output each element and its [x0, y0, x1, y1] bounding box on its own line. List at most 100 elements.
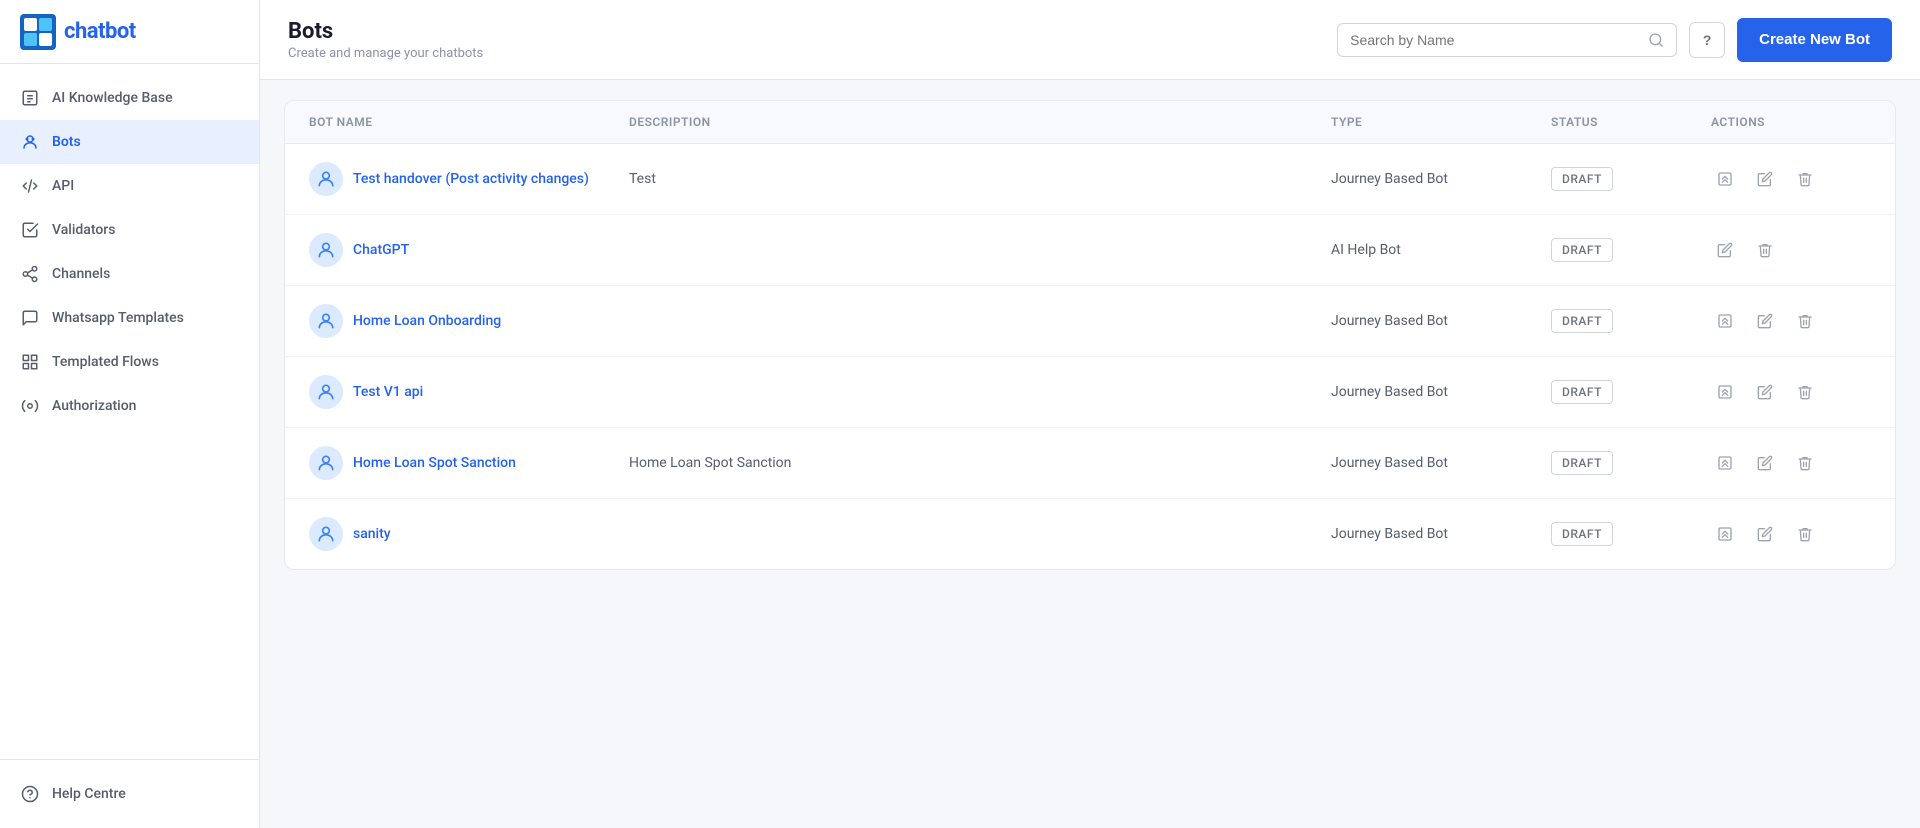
bot-name-link[interactable]: sanity: [353, 526, 391, 542]
sidebar-item-api[interactable]: API: [0, 164, 259, 208]
sidebar-item-label-api: API: [52, 177, 74, 195]
status-badge: DRAFT: [1551, 380, 1613, 404]
table-row: ChatGPT AI Help Bot DRAFT: [285, 215, 1895, 286]
whatsapp-icon: [20, 308, 40, 328]
sidebar-item-bots[interactable]: Bots: [0, 120, 259, 164]
bot-name-link[interactable]: Home Loan Onboarding: [353, 313, 501, 329]
bot-description: Test: [629, 171, 1331, 187]
delete-button[interactable]: [1791, 449, 1819, 477]
chatbot-logo-icon: [20, 14, 56, 50]
edit-button[interactable]: [1751, 378, 1779, 406]
bot-type: Journey Based Bot: [1331, 384, 1551, 400]
bot-actions: [1711, 307, 1871, 335]
page-title: Bots: [288, 19, 483, 44]
edit-button[interactable]: [1751, 165, 1779, 193]
help-button[interactable]: ?: [1689, 22, 1725, 58]
sidebar: chatbot AI Knowledge Base Bots API: [0, 0, 260, 828]
status-badge: DRAFT: [1551, 451, 1613, 475]
analytics-button[interactable]: [1711, 520, 1739, 548]
search-icon: [1648, 32, 1664, 48]
avatar: [309, 162, 343, 196]
bot-name-cell: Home Loan Spot Sanction: [309, 446, 629, 480]
sidebar-item-templated-flows[interactable]: Templated Flows: [0, 340, 259, 384]
document-icon: [20, 88, 40, 108]
avatar: [309, 233, 343, 267]
bot-status: DRAFT: [1551, 451, 1711, 475]
analytics-button[interactable]: [1711, 165, 1739, 193]
sidebar-item-ai-knowledge-base[interactable]: AI Knowledge Base: [0, 76, 259, 120]
sidebar-item-help-centre[interactable]: Help Centre: [0, 772, 259, 816]
bot-actions: [1711, 165, 1871, 193]
bot-status: DRAFT: [1551, 238, 1711, 262]
analytics-button[interactable]: [1711, 449, 1739, 477]
edit-button[interactable]: [1751, 449, 1779, 477]
create-new-bot-button[interactable]: Create New Bot: [1737, 18, 1892, 62]
col-header-description: Description: [629, 115, 1331, 129]
validators-icon: [20, 220, 40, 240]
bot-name-link[interactable]: Test V1 api: [353, 384, 423, 400]
sidebar-item-authorization[interactable]: Authorization: [0, 384, 259, 428]
sidebar-nav: AI Knowledge Base Bots API Validators: [0, 64, 259, 759]
bot-type: AI Help Bot: [1331, 242, 1551, 258]
bots-table: Bot Name Description Type Status Actions…: [284, 100, 1896, 570]
search-input[interactable]: [1350, 32, 1640, 48]
sidebar-item-label-validators: Validators: [52, 221, 115, 239]
sidebar-item-label-templated-flows: Templated Flows: [52, 353, 159, 371]
edit-button[interactable]: [1751, 307, 1779, 335]
channels-icon: [20, 264, 40, 284]
bot-actions: [1711, 378, 1871, 406]
table-row: sanity Journey Based Bot DRAFT: [285, 499, 1895, 569]
delete-button[interactable]: [1791, 307, 1819, 335]
analytics-button[interactable]: [1711, 378, 1739, 406]
auth-icon: [20, 396, 40, 416]
table-row: Test handover (Post activity changes) Te…: [285, 144, 1895, 215]
sidebar-item-channels[interactable]: Channels: [0, 252, 259, 296]
bot-type: Journey Based Bot: [1331, 313, 1551, 329]
col-header-status: Status: [1551, 115, 1711, 129]
page-header: Bots Create and manage your chatbots ? C…: [260, 0, 1920, 80]
bot-description: Home Loan Spot Sanction: [629, 455, 1331, 471]
delete-button[interactable]: [1791, 165, 1819, 193]
edit-button[interactable]: [1711, 236, 1739, 264]
avatar: [309, 375, 343, 409]
search-box[interactable]: [1337, 23, 1677, 57]
bot-actions: [1711, 236, 1871, 264]
table-header: Bot Name Description Type Status Actions: [285, 101, 1895, 144]
edit-button[interactable]: [1751, 520, 1779, 548]
header-left: Bots Create and manage your chatbots: [288, 19, 483, 61]
bot-status: DRAFT: [1551, 380, 1711, 404]
logo: chatbot: [0, 0, 259, 64]
bot-actions: [1711, 449, 1871, 477]
sidebar-item-whatsapp-templates[interactable]: Whatsapp Templates: [0, 296, 259, 340]
header-right: ? Create New Bot: [1337, 18, 1892, 62]
bot-icon: [20, 132, 40, 152]
bot-status: DRAFT: [1551, 309, 1711, 333]
table-row: Home Loan Onboarding Journey Based Bot D…: [285, 286, 1895, 357]
bot-name-cell: Home Loan Onboarding: [309, 304, 629, 338]
bot-name-cell: sanity: [309, 517, 629, 551]
bot-status: DRAFT: [1551, 167, 1711, 191]
delete-button[interactable]: [1791, 520, 1819, 548]
status-badge: DRAFT: [1551, 309, 1613, 333]
bot-name-link[interactable]: Home Loan Spot Sanction: [353, 455, 516, 471]
sidebar-item-validators[interactable]: Validators: [0, 208, 259, 252]
col-header-actions: Actions: [1711, 115, 1871, 129]
bot-name-link[interactable]: ChatGPT: [353, 242, 409, 258]
table-row: Home Loan Spot Sanction Home Loan Spot S…: [285, 428, 1895, 499]
flows-icon: [20, 352, 40, 372]
bot-type: Journey Based Bot: [1331, 171, 1551, 187]
main-content: Bots Create and manage your chatbots ? C…: [260, 0, 1920, 828]
sidebar-item-label-ai-knowledge-base: AI Knowledge Base: [52, 89, 173, 107]
sidebar-item-label-bots: Bots: [52, 133, 81, 151]
analytics-button[interactable]: [1711, 307, 1739, 335]
avatar: [309, 517, 343, 551]
bot-type: Journey Based Bot: [1331, 455, 1551, 471]
delete-button[interactable]: [1751, 236, 1779, 264]
status-badge: DRAFT: [1551, 522, 1613, 546]
bot-type: Journey Based Bot: [1331, 526, 1551, 542]
sidebar-item-label-channels: Channels: [52, 265, 110, 283]
avatar: [309, 446, 343, 480]
bot-name-link[interactable]: Test handover (Post activity changes): [353, 171, 589, 187]
avatar: [309, 304, 343, 338]
delete-button[interactable]: [1791, 378, 1819, 406]
